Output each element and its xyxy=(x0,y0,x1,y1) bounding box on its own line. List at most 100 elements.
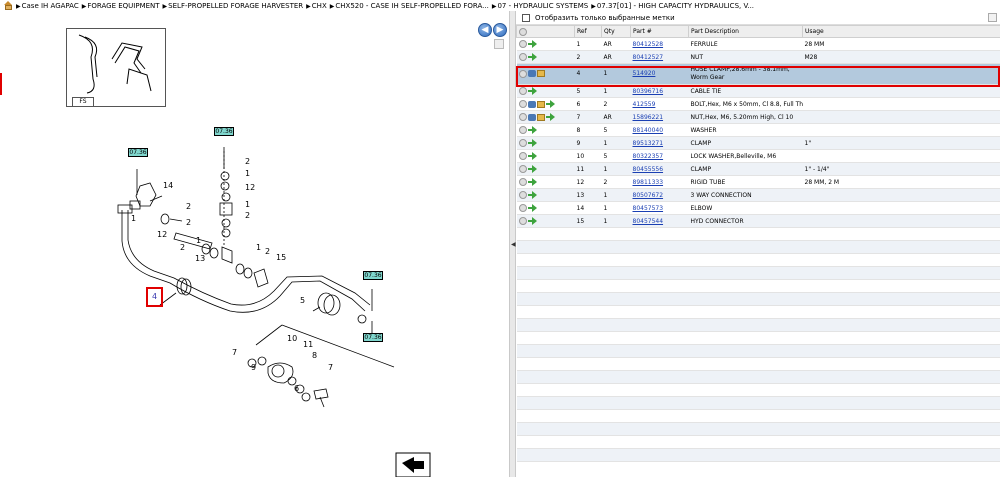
view-icon[interactable] xyxy=(527,100,536,108)
ref-number[interactable]: 5 xyxy=(300,296,305,305)
table-row[interactable]: 8 5 88140040 WASHER xyxy=(516,123,1000,137)
ref-number[interactable]: 1 xyxy=(256,243,261,252)
select-circle-icon[interactable] xyxy=(518,69,527,78)
select-circle-icon[interactable] xyxy=(518,87,527,95)
ref-number[interactable]: 6 xyxy=(294,384,299,393)
part-number-link[interactable]: 412559 xyxy=(633,101,656,108)
select-circle-icon[interactable] xyxy=(518,53,527,61)
add-to-cart-arrow-icon[interactable] xyxy=(527,139,537,147)
part-number-link[interactable]: 80457573 xyxy=(633,205,664,212)
ref-number[interactable]: 2 xyxy=(180,243,185,252)
ref-number[interactable]: 12 xyxy=(157,230,167,239)
table-row[interactable]: 5 1 80396716 CABLE TIE xyxy=(516,84,1000,98)
add-to-cart-arrow-icon[interactable] xyxy=(527,204,537,212)
add-to-cart-arrow-icon[interactable] xyxy=(527,40,537,48)
callout-reference[interactable]: 07.36 xyxy=(214,127,234,136)
breadcrumb-item[interactable]: ▶Case IH AGAPAC xyxy=(16,2,79,10)
ref-number[interactable]: 2 xyxy=(186,202,191,211)
table-row[interactable]: 11 1 80455556 CLAMP 1" - 1/4" xyxy=(516,162,1000,176)
add-to-cart-arrow-icon[interactable] xyxy=(545,100,555,108)
part-number-link[interactable]: 80507672 xyxy=(633,192,664,199)
add-to-cart-arrow-icon[interactable] xyxy=(527,126,537,134)
ref-number[interactable]: 2 xyxy=(186,218,191,227)
select-circle-icon[interactable] xyxy=(518,217,527,225)
add-to-cart-arrow-icon[interactable] xyxy=(527,217,537,225)
table-row[interactable]: 4 1 514920 HOSE CLAMP,28.6mm - 38.1mm, Worm… xyxy=(516,63,1000,85)
ref-number[interactable]: 9 xyxy=(251,363,256,372)
show-selected-only-checkbox[interactable] xyxy=(522,13,530,22)
breadcrumb-item[interactable]: ▶CHX520 - CASE IH SELF-PROPELLED FORA... xyxy=(330,2,489,10)
part-number-link[interactable]: 89513271 xyxy=(633,140,664,147)
add-to-cart-arrow-icon[interactable] xyxy=(527,53,537,61)
add-to-cart-arrow-icon[interactable] xyxy=(527,178,537,186)
ref-number[interactable]: 2 xyxy=(265,247,270,256)
part-number-link[interactable]: 80455556 xyxy=(633,166,664,173)
ref-number[interactable]: 7 xyxy=(232,348,237,357)
part-number-link[interactable]: 80322357 xyxy=(633,153,664,160)
add-to-cart-arrow-icon[interactable] xyxy=(527,165,537,173)
collapse-arrow-icon[interactable]: ◀ xyxy=(511,241,516,248)
add-to-cart-arrow-icon[interactable] xyxy=(527,87,537,95)
ref-number[interactable]: 1 xyxy=(131,214,136,223)
breadcrumb-item[interactable]: ▶CHX xyxy=(306,2,327,10)
ref-number[interactable]: 1 xyxy=(245,169,250,178)
diagram-pane[interactable]: FS ◀ ▶ 07.36 07.36 07.36 07.36 14 2 1 12… xyxy=(0,11,509,477)
add-to-cart-arrow-icon[interactable] xyxy=(527,152,537,160)
select-circle-icon[interactable] xyxy=(518,204,527,212)
table-row[interactable]: 6 2 412559 BOLT,Hex, M6 x 50mm, Cl 8.8, Ful… xyxy=(516,97,1000,111)
table-row[interactable]: 14 1 80457573 ELBOW xyxy=(516,201,1000,215)
callout-reference[interactable]: 07.36 xyxy=(128,148,148,157)
ref-number[interactable]: 7 xyxy=(328,363,333,372)
table-row[interactable]: 9 1 89513271 CLAMP 1" xyxy=(516,136,1000,150)
table-row[interactable]: 7 AR 15896221 NUT,Hex, M6, 5.20mm High, Cl … xyxy=(516,110,1000,124)
add-to-cart-arrow-icon[interactable] xyxy=(545,113,555,121)
pane-options-button[interactable] xyxy=(988,13,997,22)
ref-number[interactable]: 1 xyxy=(196,236,201,245)
select-circle-icon[interactable] xyxy=(518,191,527,199)
part-number-link[interactable]: 514920 xyxy=(633,70,656,77)
part-number-link[interactable]: 80396716 xyxy=(633,88,664,95)
view-icon[interactable] xyxy=(527,113,536,121)
table-row[interactable]: 1 AR 80412528 FERRULE 28 MM xyxy=(516,37,1000,51)
ref-number[interactable]: 2 xyxy=(245,157,250,166)
table-row[interactable]: 15 1 80457544 HYD CONNECTOR xyxy=(516,214,1000,228)
highlighted-ref-number[interactable]: 4 xyxy=(146,287,163,307)
select-circle-icon[interactable] xyxy=(518,126,527,134)
part-number-link[interactable]: 89811333 xyxy=(633,179,664,186)
ref-number[interactable]: 12 xyxy=(245,183,255,192)
header-usage[interactable]: Usage xyxy=(802,25,1000,38)
add-to-cart-arrow-icon[interactable] xyxy=(527,191,537,199)
table-row[interactable]: 10 5 80322357 LOCK WASHER,Belleville, M6 xyxy=(516,149,1000,163)
callout-reference[interactable]: 07.36 xyxy=(363,333,383,342)
ref-number[interactable]: 14 xyxy=(163,181,173,190)
table-row[interactable]: 2 AR 80412527 NUT M28 xyxy=(516,50,1000,64)
header-qty[interactable]: Qty xyxy=(601,25,631,38)
part-number-link[interactable]: 80457544 xyxy=(633,218,664,225)
ref-number[interactable]: 13 xyxy=(195,254,205,263)
package-icon[interactable] xyxy=(536,100,545,108)
part-number-link[interactable]: 80412528 xyxy=(633,41,664,48)
breadcrumb-item[interactable]: ▶SELF-PROPELLED FORAGE HARVESTER xyxy=(163,2,304,10)
package-icon[interactable] xyxy=(536,70,545,78)
pane-splitter[interactable]: ◀ xyxy=(509,11,516,477)
header-description[interactable]: Part Description xyxy=(688,25,803,38)
select-circle-icon[interactable] xyxy=(518,152,527,160)
ref-number[interactable]: 1 xyxy=(245,200,250,209)
view-icon[interactable] xyxy=(527,70,536,78)
ref-number[interactable]: 15 xyxy=(276,253,286,262)
select-circle-icon[interactable] xyxy=(518,40,527,48)
ref-number[interactable]: 2 xyxy=(245,211,250,220)
breadcrumb-item[interactable]: ▶07 - HYDRAULIC SYSTEMS xyxy=(492,2,588,10)
package-icon[interactable] xyxy=(536,113,545,121)
header-ref[interactable]: Ref xyxy=(574,25,602,38)
select-circle-icon[interactable] xyxy=(518,100,527,108)
home-icon[interactable] xyxy=(3,0,14,11)
select-circle-icon[interactable] xyxy=(518,113,527,121)
select-all-icon[interactable] xyxy=(519,27,527,36)
part-number-link[interactable]: 80412527 xyxy=(633,54,664,61)
select-circle-icon[interactable] xyxy=(518,139,527,147)
select-circle-icon[interactable] xyxy=(518,178,527,186)
ref-number[interactable]: 10 xyxy=(287,334,297,343)
table-row[interactable]: 13 1 80507672 3 WAY CONNECTION xyxy=(516,188,1000,202)
header-part-number[interactable]: Part # xyxy=(630,25,689,38)
